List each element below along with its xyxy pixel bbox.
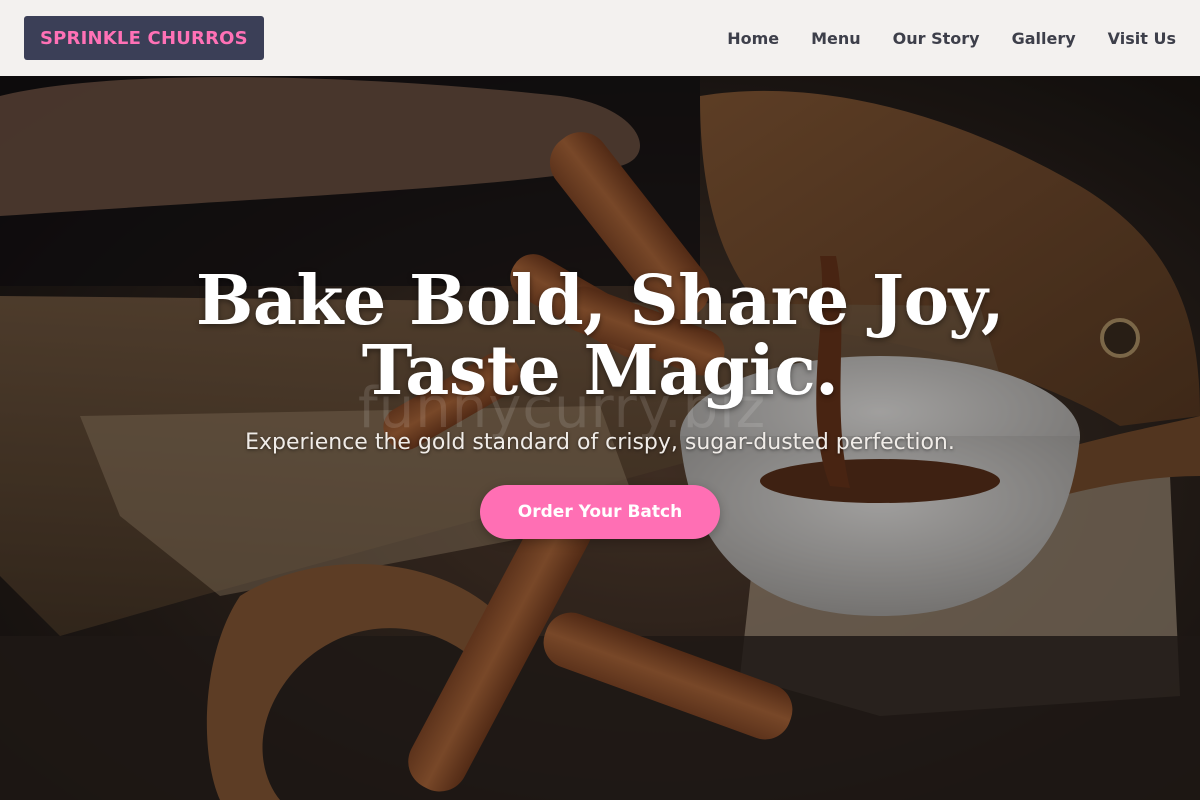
- nav-link-our-story[interactable]: Our Story: [893, 29, 980, 48]
- hero-headline: Bake Bold, Share Joy, Taste Magic.: [0, 266, 1200, 406]
- hero-headline-line-1: Bake Bold, Share Joy,: [195, 261, 1005, 341]
- hero-headline-line-2: Taste Magic.: [361, 331, 839, 411]
- nav-link-menu[interactable]: Menu: [811, 29, 861, 48]
- order-your-batch-button[interactable]: Order Your Batch: [480, 485, 720, 539]
- site-header: SPRINKLE CHURROS Home Menu Our Story Gal…: [0, 0, 1200, 76]
- hero-subheadline: Experience the gold standard of crispy, …: [245, 430, 955, 455]
- hero-section: funnycurry.biz Bake Bold, Share Joy, Tas…: [0, 76, 1200, 800]
- nav-link-gallery[interactable]: Gallery: [1012, 29, 1076, 48]
- main-nav: Home Menu Our Story Gallery Visit Us: [727, 29, 1176, 48]
- nav-link-home[interactable]: Home: [727, 29, 779, 48]
- nav-link-visit-us[interactable]: Visit Us: [1108, 29, 1176, 48]
- hero-content: Bake Bold, Share Joy, Taste Magic. Exper…: [0, 266, 1200, 539]
- brand-logo[interactable]: SPRINKLE CHURROS: [24, 16, 264, 60]
